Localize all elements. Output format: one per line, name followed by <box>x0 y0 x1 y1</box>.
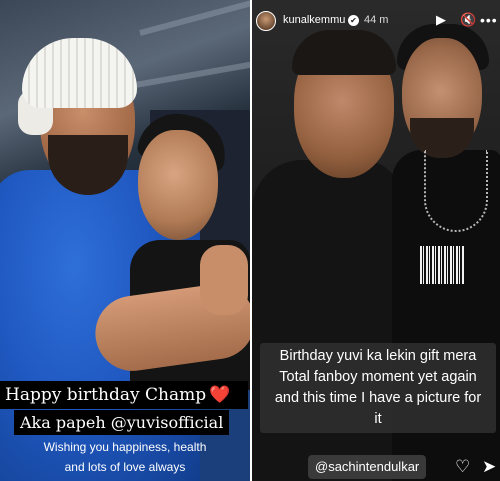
left-story-panel: Happy birthday Champ ❤️ Aka papeh @yuviso… <box>0 0 250 481</box>
heart-emoji-icon: ❤️ <box>209 385 231 405</box>
story-username[interactable]: kunalkemmu <box>283 14 345 26</box>
story-header: kunalkemmu ✔ 44 m ▶ 🔇 ••• <box>252 6 500 38</box>
caption-wishes-line1: Wishing you happiness, health <box>43 440 207 454</box>
caption-wishes-line2: and lots of love always <box>64 460 186 474</box>
story-caption: Birthday yuvi ka lekin gift mera Total f… <box>260 343 496 433</box>
caption-line: Total fanboy moment yet again <box>279 369 477 385</box>
story-time-ago: 44 m <box>364 14 389 26</box>
caption-aka-papeh: Aka papeh @yuvisofficial <box>14 410 230 435</box>
send-icon[interactable]: ➤ <box>482 457 496 477</box>
avatar[interactable] <box>256 11 276 31</box>
more-options-icon[interactable]: ••• <box>480 12 498 28</box>
kunal-face <box>138 130 218 240</box>
mute-icon[interactable]: 🔇 <box>460 12 476 28</box>
verified-badge-icon: ✔ <box>348 15 359 26</box>
chain-necklace <box>424 150 488 232</box>
play-icon[interactable]: ▶ <box>436 12 446 28</box>
barcode-print <box>420 246 464 284</box>
like-heart-icon[interactable]: ♡ <box>455 457 470 477</box>
caption-line: Birthday yuvi ka lekin gift mera <box>279 348 477 364</box>
right-story-panel: kunalkemmu ✔ 44 m ▶ 🔇 ••• Birthday yuvi … <box>251 0 500 481</box>
caption-birthday: Happy birthday Champ ❤️ <box>0 381 248 409</box>
mention-sticker[interactable]: @sachintendulkar <box>308 455 427 479</box>
hand <box>200 245 248 315</box>
caption-line: and this time I have a picture for <box>274 390 482 406</box>
caption-line: it <box>374 411 382 427</box>
caption-birthday-text: Happy birthday Champ <box>5 385 207 405</box>
